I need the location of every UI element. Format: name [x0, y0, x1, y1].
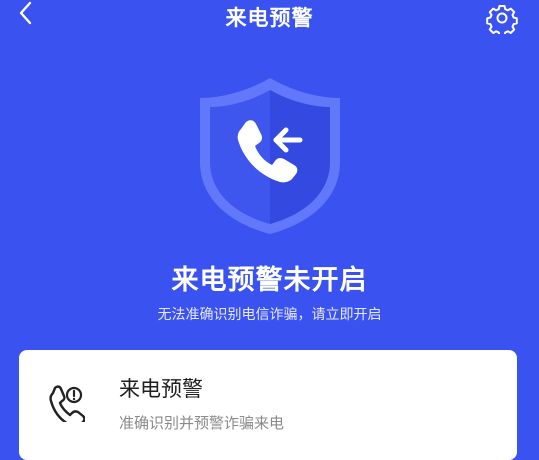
- card-description: 准确识别并预警诈骗来电: [119, 414, 285, 432]
- top-bar: 来电预警: [0, 0, 539, 37]
- call-warning-card[interactable]: 来电预警 准确识别并预警诈骗来电: [19, 350, 517, 460]
- status-title: 来电预警未开启: [171, 265, 368, 296]
- card-icon: [49, 382, 86, 428]
- gear-icon: [486, 5, 518, 37]
- phone-warning-icon: [49, 385, 86, 428]
- card-title: 来电预警: [119, 377, 203, 401]
- settings-button[interactable]: [486, 2, 518, 37]
- shield-incoming-call-icon: [200, 78, 340, 234]
- page-title: 来电预警: [225, 6, 314, 30]
- shield-illustration: [190, 74, 350, 238]
- status-subtitle: 无法准确识别电信诈骗，请立即开启: [157, 307, 382, 323]
